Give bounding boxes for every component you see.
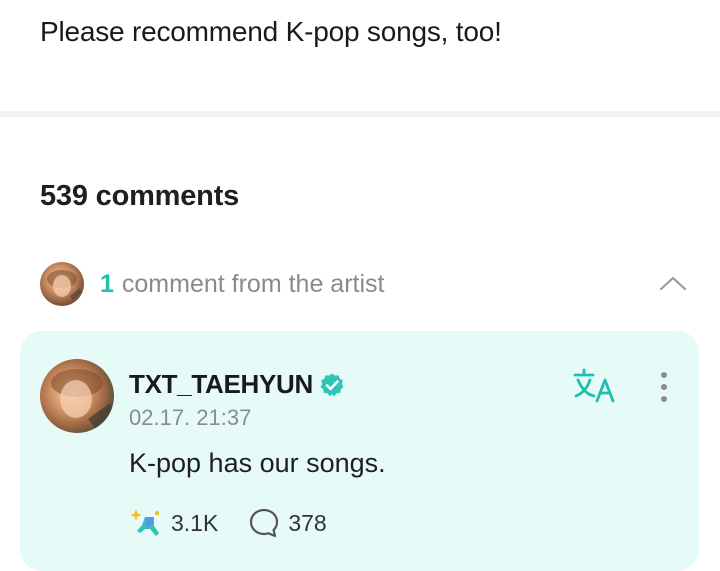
author-name[interactable]: TXT_TAEHYUN bbox=[129, 369, 313, 400]
section-divider bbox=[0, 111, 720, 117]
more-options-icon[interactable] bbox=[650, 369, 678, 405]
comment-text: K-pop has our songs. bbox=[129, 448, 386, 478]
artist-avatar[interactable] bbox=[40, 359, 114, 433]
translate-icon[interactable] bbox=[573, 368, 617, 404]
artist-comments-label: 1 comment from the artist bbox=[100, 270, 384, 299]
artist-comments-toggle[interactable]: 1 comment from the artist bbox=[40, 262, 688, 306]
comment-timestamp: 02.17. 21:37 bbox=[129, 405, 252, 430]
verified-badge-icon bbox=[320, 373, 344, 396]
reaction-count: 3.1K bbox=[171, 509, 219, 536]
artist-comment-card: TXT_TAEHYUN 02.17. 21:37 K-pop has our s… bbox=[20, 331, 699, 571]
author-row: TXT_TAEHYUN bbox=[129, 369, 345, 400]
artist-comment-text: comment from the artist bbox=[121, 269, 385, 298]
chevron-up-icon[interactable] bbox=[658, 269, 688, 299]
post-text: Please recommend K-pop songs, too! bbox=[40, 16, 502, 47]
artist-comment-count: 1 bbox=[100, 269, 114, 298]
reaction-icon[interactable] bbox=[129, 506, 163, 540]
comment-actions: 3.1K 378 bbox=[129, 506, 327, 540]
reply-bubble-icon[interactable] bbox=[248, 507, 280, 539]
artist-avatar-small bbox=[40, 262, 84, 306]
comments-count: 539 comments bbox=[40, 180, 240, 212]
reply-count: 378 bbox=[288, 509, 327, 536]
